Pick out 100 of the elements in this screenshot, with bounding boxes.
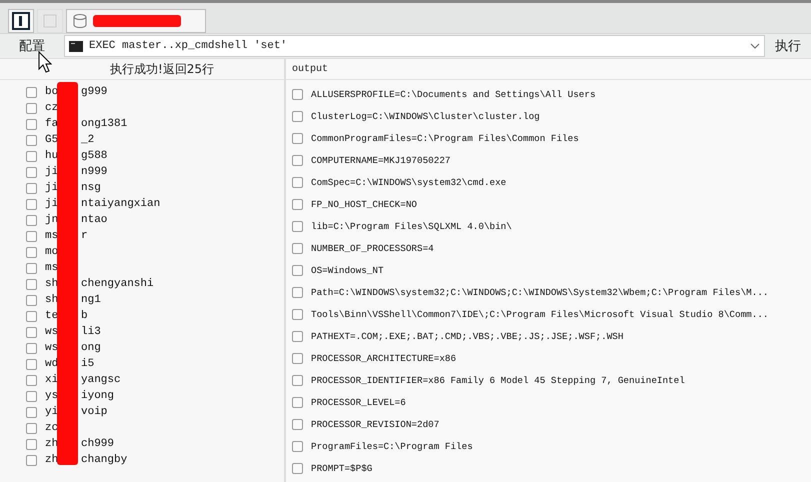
list-item-text: mo	[45, 246, 60, 258]
dropdown-caret-icon[interactable]	[750, 42, 760, 50]
list-item-text: nsg	[81, 182, 101, 194]
list-item-text: wd	[45, 358, 60, 370]
checkbox[interactable]	[292, 308, 303, 320]
checkbox[interactable]	[292, 220, 303, 232]
checkbox[interactable]	[26, 294, 37, 306]
checkbox[interactable]	[292, 286, 303, 298]
list-item-text: ji	[45, 166, 60, 178]
list-item-text: b	[81, 310, 88, 322]
output-line: PROCESSOR_ARCHITECTURE=x86	[311, 352, 456, 364]
checkbox[interactable]	[26, 374, 37, 386]
checkbox[interactable]	[292, 176, 303, 188]
list-item-text: bo	[45, 86, 60, 98]
output-line: lib=C:\Program Files\SQLXML 4.0\bin\	[311, 220, 512, 232]
output-line: ComSpec=C:\WINDOWS\system32\cmd.exe	[311, 176, 506, 188]
output-line: ProgramFiles=C:\Program Files	[311, 440, 473, 452]
list-item-text: ji	[45, 182, 60, 194]
checkbox[interactable]	[26, 422, 37, 434]
checkbox[interactable]	[26, 342, 37, 354]
checkbox[interactable]	[292, 110, 303, 122]
list-item-text: li3	[81, 326, 101, 338]
checkbox[interactable]	[292, 264, 303, 276]
panel-toggle-icon	[12, 12, 30, 30]
terminal-icon	[69, 40, 83, 52]
list-item-text: ntao	[81, 214, 108, 226]
list-item-text: ws	[45, 342, 60, 354]
checkbox[interactable]	[26, 406, 37, 418]
list-item-text: yi	[45, 406, 60, 418]
checkbox[interactable]	[292, 440, 303, 452]
list-item-text: ng1	[81, 294, 101, 306]
list-item-text: xi	[45, 374, 60, 386]
checkbox[interactable]	[26, 278, 37, 290]
execute-button[interactable]: 执行	[765, 35, 811, 57]
output-line: PROCESSOR_REVISION=2d07	[311, 418, 440, 430]
output-line: PROMPT=$P$G	[311, 462, 372, 474]
list-item-text: iyong	[81, 390, 114, 402]
list-item-text: yangsc	[81, 374, 121, 386]
status-text: 执行成功!返回25行	[110, 60, 214, 78]
output-line: PATHEXT=.COM;.EXE;.BAT;.CMD;.VBS;.VBE;.JS;.JSE;.WSF;.WSH	[311, 330, 624, 342]
output-line: OS=Windows_NT	[311, 264, 384, 276]
output-line: Tools\Binn\VSShell\Common7\IDE\;C:\Program Files\Microsoft Visual Studio 8\Comm...	[311, 308, 768, 320]
checkbox[interactable]	[292, 374, 303, 386]
output-line: Path=C:\WINDOWS\system32;C:\WINDOWS;C:\WINDOWS\System32\Wbem;C:\Program Files\M...	[311, 286, 768, 298]
checkbox[interactable]	[26, 438, 37, 450]
query-field[interactable]: EXEC master..xp_cmdshell 'set'	[64, 35, 765, 57]
checkbox[interactable]	[26, 198, 37, 210]
checkbox[interactable]	[292, 396, 303, 408]
list-item-text: n999	[81, 166, 108, 178]
checkbox[interactable]	[26, 358, 37, 370]
checkbox[interactable]	[26, 310, 37, 322]
checkbox[interactable]	[26, 326, 37, 338]
checkbox[interactable]	[26, 246, 37, 258]
checkbox[interactable]	[292, 418, 303, 430]
checkbox[interactable]	[26, 150, 37, 162]
list-item-text: G5	[45, 134, 60, 146]
list-item-text: cz	[45, 102, 60, 114]
checkbox[interactable]	[26, 454, 37, 466]
list-item-text: g999	[81, 86, 108, 98]
output-line: PROCESSOR_LEVEL=6	[311, 396, 406, 408]
tab[interactable]	[8, 9, 34, 33]
config-button[interactable]: 配置	[0, 35, 64, 57]
list-item-text: zc	[45, 422, 60, 434]
checkbox[interactable]	[26, 118, 37, 130]
checkbox[interactable]	[292, 198, 303, 210]
list-item-text: ms	[45, 262, 60, 274]
list-item-text: ong	[81, 342, 101, 354]
list-item-text: _2	[81, 134, 94, 146]
list-item-text: voip	[81, 406, 108, 418]
checkbox[interactable]	[26, 230, 37, 242]
checkbox[interactable]	[26, 390, 37, 402]
checkbox[interactable]	[26, 166, 37, 178]
checkbox[interactable]	[26, 134, 37, 146]
list-item-text: g588	[81, 150, 108, 162]
list-item-text: chengyanshi	[81, 278, 154, 290]
checkbox[interactable]	[26, 86, 37, 98]
checkbox[interactable]	[292, 330, 303, 342]
output-line: NUMBER_OF_PROCESSORS=4	[311, 242, 434, 254]
column-header: output	[291, 62, 330, 76]
query-input[interactable]: EXEC master..xp_cmdshell 'set'	[89, 40, 744, 52]
checkbox[interactable]	[292, 154, 303, 166]
checkbox[interactable]	[292, 132, 303, 144]
list-item-text: ws	[45, 326, 60, 338]
checkbox[interactable]	[292, 88, 303, 100]
checkbox[interactable]	[292, 352, 303, 364]
list-item-text: fa	[45, 118, 60, 130]
list-item-text: ys	[45, 390, 60, 402]
list-item-text: changby	[81, 454, 128, 466]
checkbox[interactable]	[292, 242, 303, 254]
checkbox[interactable]	[26, 214, 37, 226]
output-line: ClusterLog=C:\WINDOWS\Cluster\cluster.log	[311, 110, 540, 122]
list-item-text: r	[81, 230, 88, 242]
database-icon	[71, 12, 89, 30]
list-item-text: ong1381	[81, 118, 128, 130]
list-item-text: ji	[45, 198, 60, 210]
checkbox[interactable]	[26, 262, 37, 274]
checkbox[interactable]	[26, 182, 37, 194]
checkbox[interactable]	[26, 102, 37, 114]
checkbox[interactable]	[292, 462, 303, 474]
list-item-text: te	[45, 310, 60, 322]
